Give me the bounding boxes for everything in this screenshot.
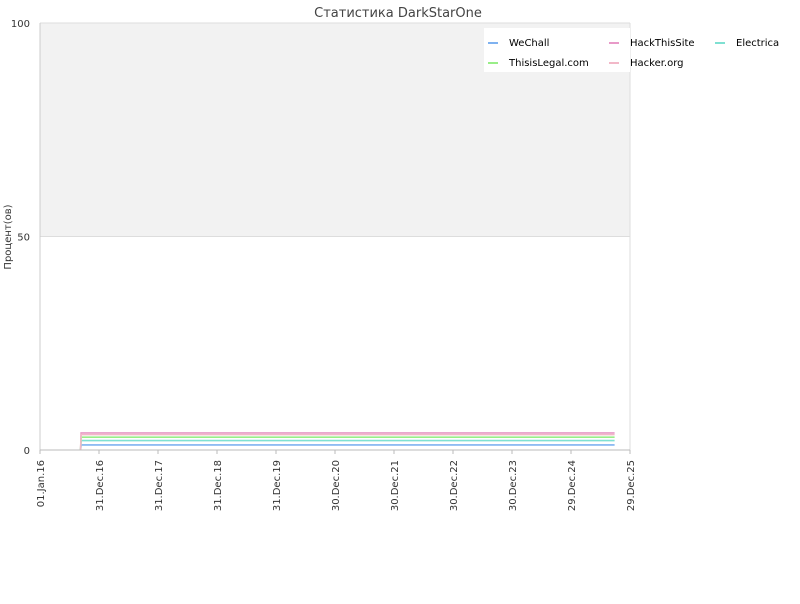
x-tick-label: 29.Dec.25	[626, 460, 637, 511]
legend-label-0: WeChall	[509, 38, 549, 49]
x-tick-label: 30.Dec.23	[508, 460, 519, 511]
y-tick-label: 50	[17, 233, 30, 244]
legend: WeChall HackThisSite Electrica ThisisLegal.…	[484, 28, 779, 72]
chart: 0 50 100 01.Jan.16 31.Dec.16 31.Dec.17 31.Dec…	[3, 6, 779, 511]
x-tick-label: 30.Dec.20	[331, 460, 342, 511]
series-layer	[79, 432, 615, 451]
legend-label-4: Hacker.org	[630, 58, 684, 69]
legend-label-1: HackThisSite	[630, 38, 695, 49]
series-line-1	[79, 432, 615, 451]
x-tick-label: 31.Dec.16	[95, 460, 106, 511]
chart-title: Статистика DarkStarOne	[314, 6, 482, 21]
series-line-0	[79, 444, 615, 451]
x-tick-label: 31.Dec.19	[272, 460, 283, 511]
y-tick-label: 0	[24, 446, 30, 457]
x-tick-label: 31.Dec.17	[154, 460, 165, 511]
legend-label-2: Electrica	[736, 38, 779, 49]
x-tick-label: 30.Dec.22	[449, 460, 460, 511]
y-axis-label: Процент(ов)	[3, 204, 14, 269]
x-tick-label: 01.Jan.16	[36, 460, 47, 507]
series-line-3	[79, 436, 615, 451]
x-tick-label: 29.Dec.24	[567, 460, 578, 511]
x-tick-labels: 01.Jan.16 31.Dec.16 31.Dec.17 31.Dec.18 31.D…	[36, 460, 637, 511]
x-tick-label: 30.Dec.21	[390, 460, 401, 511]
legend-label-3: ThisisLegal.com	[508, 58, 589, 69]
x-tick-label: 31.Dec.18	[213, 460, 224, 511]
y-tick-label: 100	[11, 19, 30, 30]
